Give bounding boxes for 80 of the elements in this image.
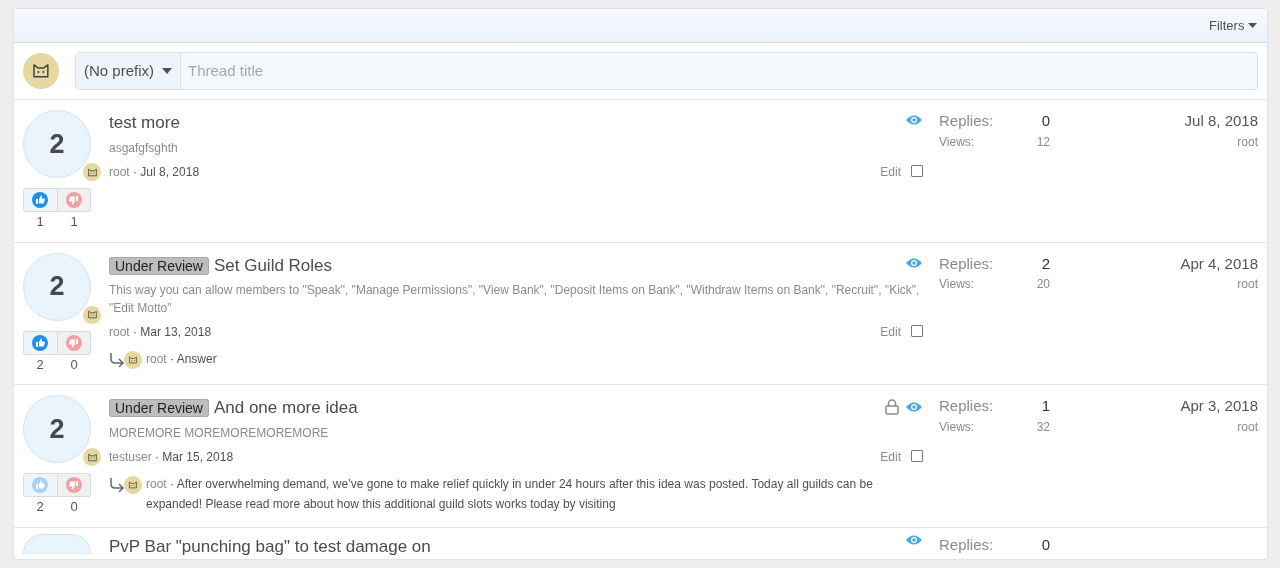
- edit-link[interactable]: Edit: [880, 325, 901, 339]
- upvote-button[interactable]: [23, 188, 58, 212]
- answer-text: root · Answer: [146, 351, 217, 368]
- thread-title-field[interactable]: (No prefix) Thread title: [75, 52, 1258, 90]
- thread-title-link[interactable]: And one more idea: [213, 398, 358, 417]
- thread-snippet: asgafgfsghth: [109, 139, 179, 157]
- edit-link[interactable]: Edit: [880, 164, 901, 179]
- author-name[interactable]: testuser: [109, 449, 152, 464]
- views-label: Views:: [939, 133, 975, 151]
- eye-icon[interactable]: [905, 533, 923, 546]
- downvote-button[interactable]: [57, 330, 91, 355]
- thumbs-down-icon: [65, 477, 82, 493]
- replies-label: Replies:: [939, 253, 994, 274]
- post-date: · Mar 15, 2018: [154, 449, 234, 464]
- author-name[interactable]: root: [109, 164, 130, 179]
- views-label: Views:: [939, 418, 975, 436]
- replies-label: Replies:: [939, 534, 994, 555]
- vote-score: [23, 533, 91, 554]
- views-count: 20: [1036, 276, 1050, 293]
- replies-count: 0: [1041, 534, 1050, 555]
- thumbs-up-icon: [32, 477, 49, 493]
- thumbs-down-icon: [65, 334, 82, 351]
- select-checkbox[interactable]: [911, 325, 923, 337]
- caret-icon: [1248, 23, 1257, 30]
- thumbs-up-icon: [32, 334, 49, 351]
- user-avatar: [82, 304, 102, 325]
- eye-icon[interactable]: [905, 256, 923, 269]
- user-avatar: [82, 162, 102, 182]
- thread-snippet: MOREMORE MOREMOREMOREMORE: [109, 424, 330, 442]
- last-post-date[interactable]: Apr 3, 2018: [1053, 395, 1258, 418]
- select-checkbox[interactable]: [911, 449, 923, 462]
- views-count: 32: [1036, 418, 1050, 436]
- last-post-user[interactable]: root: [1053, 417, 1258, 436]
- last-post-user[interactable]: root: [1053, 275, 1258, 293]
- caret-icon: [162, 68, 172, 74]
- select-checkbox[interactable]: [911, 164, 923, 177]
- replies-count: 2: [1041, 253, 1050, 274]
- filters-button[interactable]: Filters: [1209, 15, 1257, 36]
- replies-label: Replies:: [939, 396, 994, 416]
- last-post-date[interactable]: Apr 4, 2018: [1053, 252, 1258, 275]
- user-avatar: [124, 351, 142, 369]
- post-date: · Mar 13, 2018: [132, 325, 212, 339]
- user-avatar: [23, 53, 59, 89]
- upvote-button[interactable]: [23, 473, 58, 497]
- downvote-button[interactable]: [57, 473, 91, 497]
- last-post-date[interactable]: Jul 8, 2018: [1053, 110, 1258, 133]
- answer-text: root · After overwhelming demand, we’ve gone to make relief quickly in under 24 hours after this idea was posted. Today all guilds can be expanded! Please read more about how this additional guild slots works today by visiting: [146, 475, 874, 513]
- views-count: 12: [1036, 133, 1050, 151]
- reply-arrow-icon: [109, 475, 127, 492]
- author-name[interactable]: root: [109, 325, 130, 339]
- upvote-count: 1: [35, 213, 45, 231]
- replies-count: 0: [1041, 111, 1050, 131]
- post-date: · Jul 8, 2018: [132, 164, 200, 179]
- reply-arrow-icon: [109, 351, 127, 367]
- thread-snippet: This way you can allow members to "Speak", "Manage Permissions", "View Bank", "Deposit Items on Bank", "Withdraw Items on Bank", "Recruit", "Kick", "Edit Motto": [109, 282, 921, 317]
- downvote-count: 0: [69, 355, 79, 374]
- thread-title-link[interactable]: PvP Bar "punching bag" to test damage on: [109, 533, 897, 559]
- prefix-label: Under Review: [109, 256, 209, 275]
- downvote-count: 0: [69, 498, 79, 516]
- thread-title-field[interactable]: Thread title: [181, 53, 1257, 89]
- replies-count: 1: [1041, 396, 1050, 416]
- thread-title-link[interactable]: test more: [109, 113, 180, 132]
- eye-icon[interactable]: [905, 401, 923, 413]
- user-avatar: [82, 447, 102, 467]
- user-avatar: [124, 475, 142, 494]
- downvote-button[interactable]: [57, 188, 91, 212]
- prefix-dropdown[interactable]: (No prefix): [76, 53, 181, 89]
- upvote-count: 2: [35, 498, 45, 516]
- views-label: Views:: [939, 276, 975, 293]
- thumbs-up-icon: [32, 192, 49, 208]
- upvote-count: 2: [35, 355, 45, 374]
- downvote-count: 1: [69, 213, 79, 231]
- prefix-label: Under Review: [109, 399, 209, 417]
- eye-icon[interactable]: [905, 114, 923, 126]
- last-post-user[interactable]: root: [1053, 132, 1258, 151]
- thumbs-down-icon: [65, 192, 82, 208]
- upvote-button[interactable]: [23, 330, 58, 355]
- edit-link[interactable]: Edit: [880, 449, 901, 464]
- thread-title-link[interactable]: Set Guild Roles: [213, 255, 333, 275]
- replies-label: Replies:: [939, 111, 994, 131]
